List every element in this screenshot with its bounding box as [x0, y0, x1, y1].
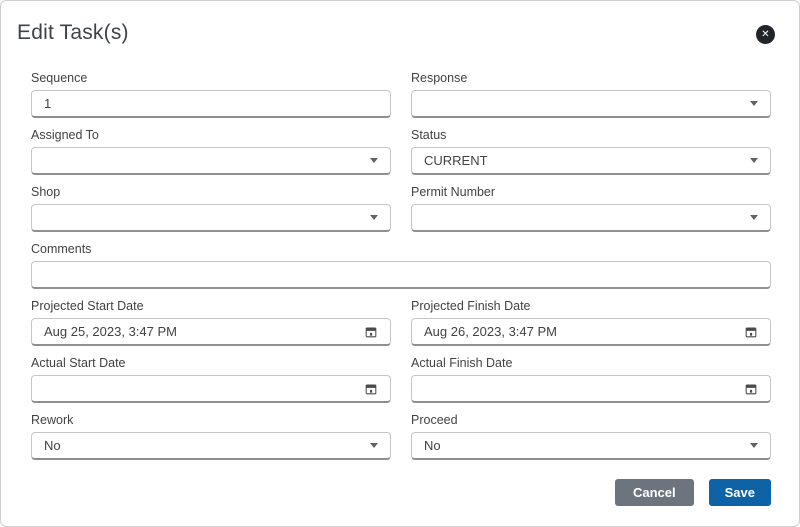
chevron-down-icon	[750, 158, 758, 163]
edit-task-form: Sequence Response Assigned To Status CUR…	[31, 71, 771, 460]
response-dropdown[interactable]	[411, 90, 771, 118]
assigned-to-label: Assigned To	[31, 128, 391, 143]
proceed-dropdown[interactable]: No	[411, 432, 771, 460]
sequence-label: Sequence	[31, 71, 391, 86]
chevron-down-icon	[370, 443, 378, 448]
field-actual-finish-date: Actual Finish Date	[411, 356, 771, 403]
chevron-down-icon	[370, 158, 378, 163]
save-button[interactable]: Save	[709, 479, 771, 506]
calendar-icon[interactable]	[364, 325, 378, 339]
field-proceed: Proceed No	[411, 413, 771, 460]
projected-finish-date-value: Aug 26, 2023, 3:47 PM	[424, 324, 736, 339]
field-actual-start-date: Actual Start Date	[31, 356, 391, 403]
response-label: Response	[411, 71, 771, 86]
projected-finish-date-input[interactable]: Aug 26, 2023, 3:47 PM	[411, 318, 771, 346]
close-icon[interactable]: ✕	[756, 25, 775, 44]
field-assigned-to: Assigned To	[31, 128, 391, 175]
field-projected-finish-date: Projected Finish Date Aug 26, 2023, 3:47…	[411, 299, 771, 346]
field-comments: Comments	[31, 242, 771, 289]
actual-finish-date-input[interactable]	[411, 375, 771, 403]
dialog-footer: Cancel Save	[1, 479, 771, 506]
chevron-down-icon	[370, 215, 378, 220]
actual-start-date-input[interactable]	[31, 375, 391, 403]
shop-dropdown[interactable]	[31, 204, 391, 232]
rework-dropdown[interactable]: No	[31, 432, 391, 460]
projected-start-date-label: Projected Start Date	[31, 299, 391, 314]
sequence-input[interactable]	[31, 90, 391, 118]
projected-finish-date-label: Projected Finish Date	[411, 299, 771, 314]
shop-label: Shop	[31, 185, 391, 200]
cancel-button[interactable]: Cancel	[615, 479, 694, 506]
projected-start-date-input[interactable]: Aug 25, 2023, 3:47 PM	[31, 318, 391, 346]
field-projected-start-date: Projected Start Date Aug 25, 2023, 3:47 …	[31, 299, 391, 346]
calendar-icon[interactable]	[744, 382, 758, 396]
status-label: Status	[411, 128, 771, 143]
calendar-icon[interactable]	[744, 325, 758, 339]
field-shop: Shop	[31, 185, 391, 232]
calendar-icon[interactable]	[364, 382, 378, 396]
proceed-label: Proceed	[411, 413, 771, 428]
field-sequence: Sequence	[31, 71, 391, 118]
projected-start-date-value: Aug 25, 2023, 3:47 PM	[44, 324, 356, 339]
rework-value: No	[44, 438, 362, 453]
comments-input[interactable]	[31, 261, 771, 289]
edit-task-dialog: Edit Task(s) ✕ Sequence Response Assigne…	[0, 0, 800, 527]
field-response: Response	[411, 71, 771, 118]
chevron-down-icon	[750, 101, 758, 106]
chevron-down-icon	[750, 443, 758, 448]
actual-finish-date-label: Actual Finish Date	[411, 356, 771, 371]
comments-label: Comments	[31, 242, 771, 257]
rework-label: Rework	[31, 413, 391, 428]
assigned-to-dropdown[interactable]	[31, 147, 391, 175]
field-permit-number: Permit Number	[411, 185, 771, 232]
field-status: Status CURRENT	[411, 128, 771, 175]
status-value: CURRENT	[424, 153, 742, 168]
field-rework: Rework No	[31, 413, 391, 460]
status-dropdown[interactable]: CURRENT	[411, 147, 771, 175]
proceed-value: No	[424, 438, 742, 453]
permit-number-label: Permit Number	[411, 185, 771, 200]
chevron-down-icon	[750, 215, 758, 220]
permit-number-dropdown[interactable]	[411, 204, 771, 232]
dialog-title: Edit Task(s)	[17, 21, 129, 45]
dialog-header: Edit Task(s) ✕	[1, 1, 799, 45]
actual-start-date-label: Actual Start Date	[31, 356, 391, 371]
